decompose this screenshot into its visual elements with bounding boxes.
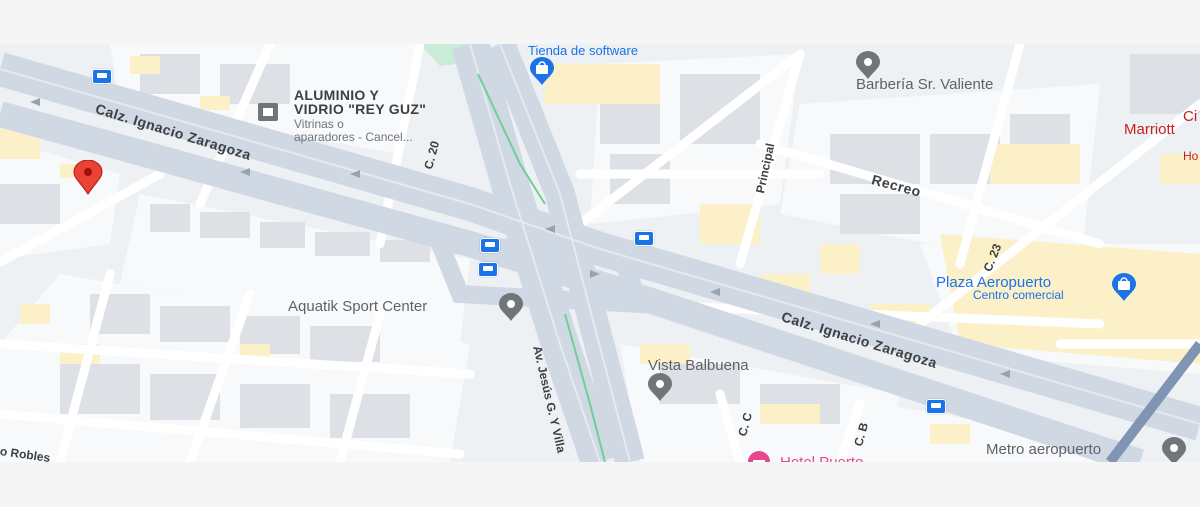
map-canvas[interactable] [0,44,1200,462]
bus-stop-icon[interactable] [634,231,654,246]
map-view[interactable]: ALUMINIO Y VIDRIO "REY GUZ" Vitrinas o a… [0,44,1200,462]
bus-stop-icon[interactable] [478,262,498,277]
place-label-metro[interactable]: Metro aeropuerto [986,441,1101,458]
shopping-bag-icon[interactable] [528,56,556,86]
gray-place-pin-icon[interactable] [1160,436,1188,462]
bus-stop-icon[interactable] [92,69,112,84]
place-label-hotel[interactable]: Hotel Puerto [780,454,863,462]
place-label-marriott-sub: Ho [1183,149,1199,163]
place-category-2: aparadores - Cancel... [294,130,413,144]
place-category: Vitrinas o [294,117,344,131]
bed-icon[interactable] [745,450,773,462]
store-icon[interactable] [257,102,279,122]
red-location-pin-icon[interactable] [68,160,108,196]
bus-stop-icon[interactable] [480,238,500,253]
bus-stop-icon[interactable] [926,399,946,414]
place-label-marriott-top[interactable]: Ci [1183,108,1197,125]
shopping-bag-icon[interactable] [1110,272,1138,302]
place-category-plaza: Centro comercial [973,288,1064,302]
gray-place-pin-icon[interactable] [646,372,674,402]
place-label-aquatik[interactable]: Aquatik Sport Center [288,298,427,315]
place-label-aluminio-2[interactable]: VIDRIO "REY GUZ" [294,101,426,117]
place-label-marriott[interactable]: Marriott [1124,121,1175,138]
place-label-barberia[interactable]: Barbería Sr. Valiente [856,76,993,93]
gray-place-pin-icon[interactable] [497,292,525,322]
